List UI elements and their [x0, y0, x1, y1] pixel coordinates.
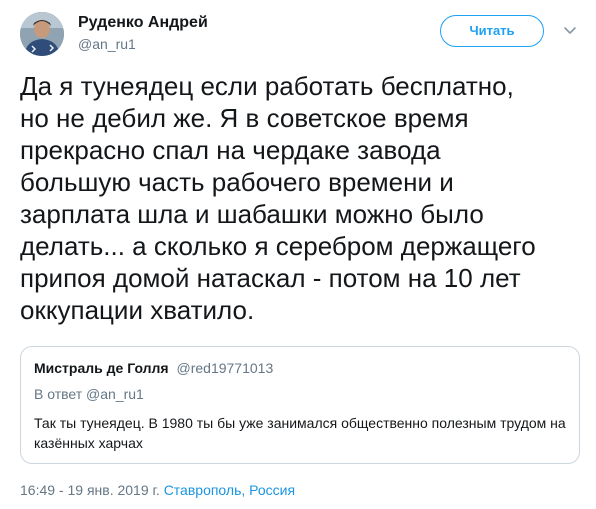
author-name[interactable]: Руденко Андрей: [78, 13, 208, 33]
location-link[interactable]: Ставрополь, Россия: [164, 482, 295, 498]
tweet-metadata: 16:49 - 19 янв. 2019 г. Ставрополь, Росс…: [20, 481, 295, 499]
avatar[interactable]: [20, 12, 64, 56]
tweet: Руденко Андрей @an_ru1 Читать Да я тунея…: [0, 0, 596, 509]
tweet-text-line: зарплата шла и шабашки можно было: [20, 199, 484, 229]
quoted-author-handle: @red19771013: [176, 360, 274, 376]
timestamp[interactable]: 16:49 - 19 янв. 2019 г.: [20, 482, 160, 498]
tweet-text-line: делать... а сколько я серебром держащего: [20, 231, 536, 261]
quoted-tweet-card[interactable]: Мистраль де Голля @red19771013 В ответ @…: [20, 346, 580, 464]
follow-button[interactable]: Читать: [440, 15, 544, 47]
author-handle[interactable]: @an_ru1: [78, 35, 136, 53]
tweet-text-line: оккупации хватило.: [20, 295, 255, 325]
quoted-author-name: Мистраль де Голля: [34, 360, 169, 376]
quoted-tweet-header: Мистраль де Голля @red19771013: [34, 359, 273, 377]
quoted-tweet-text: Так ты тунеядец. В 1980 ты бы уже занима…: [34, 413, 566, 453]
tweet-text-line: но не дебил же. Я в советское время: [20, 103, 469, 133]
tweet-text-line: Да я тунеядец если работать бесплатно,: [20, 71, 514, 101]
quoted-reply-to: В ответ @an_ru1: [34, 386, 144, 402]
tweet-text-line: припоя домой натаскал - потом на 10 лет: [20, 263, 521, 293]
tweet-text-line: большую часть рабочего времени и: [20, 167, 454, 197]
tweet-text: Да я тунеядец если работать бесплатно, н…: [20, 70, 576, 326]
tweet-text-line: прекрасно спал на чердаке завода: [20, 135, 441, 165]
chevron-down-icon[interactable]: [562, 22, 578, 38]
quoted-tweet-text-line: Так ты тунеядец. В 1980 ты бы уже занима…: [34, 415, 566, 431]
quoted-tweet-text-line: казённых харчах: [34, 435, 143, 451]
avatar-photo-icon: [20, 12, 64, 56]
